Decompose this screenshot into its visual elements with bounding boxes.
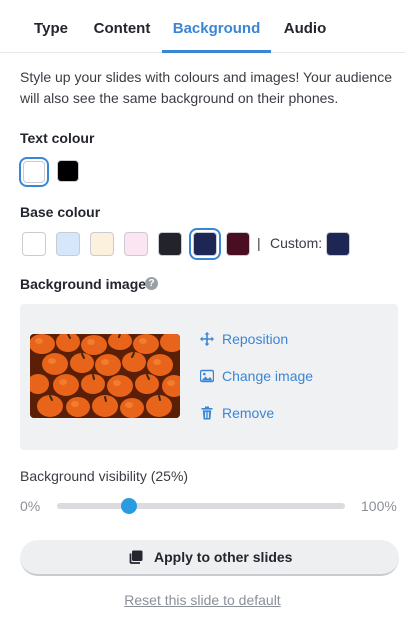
change-image-label: Change image	[222, 368, 314, 384]
remove-image-label: Remove	[222, 405, 275, 421]
trash-icon	[201, 406, 213, 420]
text-colour-swatch-black[interactable]	[57, 160, 79, 182]
background-image-thumbnail	[30, 334, 180, 418]
slider-min-label: 0%	[20, 498, 41, 514]
custom-colour-label: Custom:	[270, 235, 323, 251]
visibility-slider-thumb[interactable]	[121, 498, 137, 514]
background-description: Style up your slides with colours and im…	[20, 69, 392, 106]
base-colour-swatch-burgundy[interactable]	[226, 232, 250, 256]
background-image-label: Background image	[20, 276, 147, 292]
tab-content[interactable]: Content	[89, 0, 155, 53]
background-visibility-label: Background visibility (25%)	[20, 468, 189, 484]
pumpkins-image	[30, 334, 180, 418]
reposition-label: Reposition	[222, 331, 289, 347]
base-colour-label: Base colour	[20, 204, 101, 220]
tab-type[interactable]: Type	[20, 0, 82, 53]
base-colour-swatch-pink[interactable]	[124, 232, 148, 256]
tab-bar: Type Content Background Audio	[0, 0, 405, 53]
tab-background[interactable]: Background	[162, 0, 271, 53]
move-arrows-icon	[200, 332, 214, 346]
base-colour-swatch-navy[interactable]	[193, 232, 217, 256]
question-circle-icon[interactable]: ?	[145, 277, 158, 290]
visibility-slider[interactable]	[57, 498, 345, 514]
slider-max-label: 100%	[361, 498, 397, 514]
background-image-panel: Reposition Change image Remove	[20, 304, 398, 450]
apply-to-other-slides-button[interactable]: Apply to other slides	[20, 540, 399, 576]
base-colour-swatch-light-blue[interactable]	[56, 232, 80, 256]
base-colour-swatch-cream[interactable]	[90, 232, 114, 256]
image-icon	[200, 369, 214, 383]
text-colour-label: Text colour	[20, 130, 95, 146]
visibility-slider-fill	[57, 503, 129, 509]
apply-button-label: Apply to other slides	[154, 549, 293, 565]
base-colour-swatch-white[interactable]	[22, 232, 46, 256]
copy-icon	[129, 550, 143, 564]
custom-colour-swatch[interactable]	[326, 232, 350, 256]
reset-slide-link[interactable]: Reset this slide to default	[0, 592, 405, 608]
swatch-divider: |	[257, 235, 261, 251]
text-colour-swatch-white[interactable]	[23, 161, 45, 183]
base-colour-swatch-charcoal[interactable]	[158, 232, 182, 256]
tab-audio[interactable]: Audio	[277, 0, 333, 53]
